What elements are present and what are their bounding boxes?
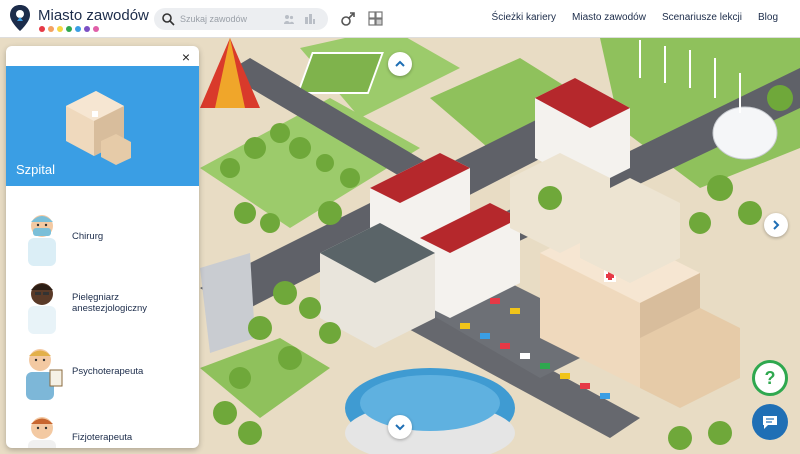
logo-dot — [75, 26, 81, 32]
job-item-surgeon[interactable]: Chirurg — [6, 204, 199, 270]
puzzle-icon[interactable] — [368, 11, 383, 26]
people-filter-icon[interactable] — [283, 13, 295, 25]
gender-icon[interactable] — [340, 11, 356, 27]
satellite-dish — [712, 106, 778, 160]
nav-career-paths[interactable]: Ścieżki kariery — [492, 12, 556, 23]
logo[interactable]: Miasto zawodów — [8, 4, 149, 34]
scroll-up-button[interactable] — [388, 52, 412, 76]
building-panel: × Szpital Chirurg Pielęgniarz anestezjol… — [6, 46, 199, 448]
office-tower — [200, 253, 255, 353]
nav-blog[interactable]: Blog — [758, 12, 778, 23]
job-label: Chirurg — [72, 231, 104, 242]
help-button[interactable]: ? — [752, 360, 788, 396]
main-nav: Ścieżki kariery Miasto zawodów Scenarius… — [492, 12, 778, 23]
job-label: Pielęgniarz anestezjologiczny — [72, 292, 147, 314]
job-item-psychotherapist[interactable]: Psychoterapeuta — [6, 338, 199, 404]
logo-dot — [84, 26, 90, 32]
app-name: Miasto zawodów — [38, 7, 149, 24]
job-label: Fizjoterapeuta — [72, 432, 133, 443]
panel-title: Szpital — [16, 162, 56, 177]
search-bar[interactable] — [154, 8, 328, 30]
nav-lesson-plans[interactable]: Scenariusze lekcji — [662, 12, 742, 23]
logo-dot — [66, 26, 72, 32]
search-icon — [162, 13, 175, 26]
chat-button[interactable] — [752, 404, 788, 440]
nurse-avatar-icon — [28, 283, 56, 334]
job-label: Psychoterapeuta — [72, 366, 144, 377]
logo-dots — [39, 26, 99, 32]
chevron-up-icon — [395, 60, 405, 67]
scroll-down-button[interactable] — [388, 415, 412, 439]
chevron-down-icon — [395, 424, 405, 431]
chat-bubble-icon — [763, 416, 777, 429]
panel-header: Szpital — [6, 66, 199, 186]
psychotherapist-avatar-icon — [26, 349, 63, 400]
search-input[interactable] — [180, 11, 270, 27]
logo-dot — [57, 26, 63, 32]
nav-city-of-jobs[interactable]: Miasto zawodów — [572, 12, 646, 23]
physiotherapist-avatar-icon — [28, 417, 56, 448]
map-pin-logo-icon — [10, 5, 30, 31]
logo-dot — [48, 26, 54, 32]
building-filter-icon[interactable] — [304, 13, 316, 25]
top-bar: Miasto zawodów Ścieżki kariery Miasto za… — [0, 0, 800, 38]
job-item-physiotherapist[interactable]: Fizjoterapeuta — [6, 404, 199, 448]
logo-dot — [39, 26, 45, 32]
logo-dot — [93, 26, 99, 32]
chevron-right-icon — [773, 220, 780, 230]
scroll-right-button[interactable] — [764, 213, 788, 237]
sports-field — [296, 52, 384, 94]
close-icon[interactable]: × — [179, 50, 193, 64]
surgeon-avatar-icon — [28, 215, 56, 266]
job-item-anesthesia-nurse[interactable]: Pielęgniarz anestezjologiczny — [6, 272, 199, 338]
